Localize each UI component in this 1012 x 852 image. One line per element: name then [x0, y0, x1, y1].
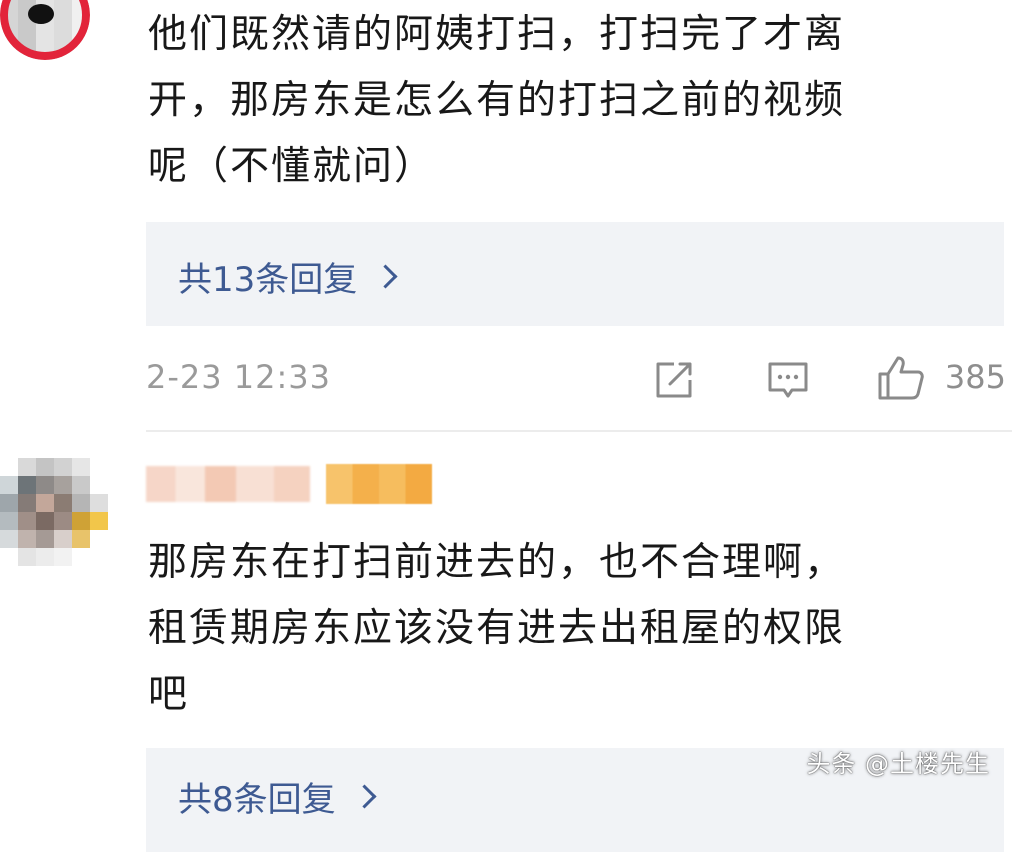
timestamp: 2-23 12:33	[146, 358, 332, 396]
comment-line: 他们既然请的阿姨打扫，打扫完了才离	[148, 12, 846, 57]
comment-body: 他们既然请的阿姨打扫，打扫完了才离 开，那房东是怎么有的打扫之前的视频 呢（不懂…	[148, 2, 988, 200]
divider	[146, 430, 1012, 432]
comment-line: 租赁期房东应该没有进去出租屋的权限	[148, 606, 846, 651]
username[interactable]	[146, 466, 310, 502]
view-replies-link[interactable]: 共8条回复	[178, 772, 377, 821]
thumbs-up-icon[interactable]	[876, 354, 926, 406]
like-count: 385	[944, 358, 1006, 396]
replies-count-label: 共8条回复	[178, 780, 336, 820]
chevron-right-icon	[373, 264, 398, 289]
avatar-image	[28, 4, 54, 24]
replies-count-label: 共13条回复	[178, 260, 358, 300]
comment-body: 那房东在打扫前进去的，也不合理啊， 租赁期房东应该没有进去出租屋的权限 吧	[148, 530, 988, 728]
comment-meta-row: 2-23 12:33 385	[146, 352, 1006, 408]
comment-line: 开，那房东是怎么有的打扫之前的视频	[148, 78, 846, 123]
replies-box[interactable]: 共13条回复	[146, 222, 1004, 326]
share-icon[interactable]	[652, 358, 696, 406]
avatar[interactable]	[0, 458, 108, 566]
comment-line: 呢（不懂就问）	[148, 144, 436, 189]
watermark: 头条 @土楼先生	[806, 750, 990, 778]
chevron-right-icon	[352, 784, 377, 809]
comment-line: 那房东在打扫前进去的，也不合理啊，	[148, 540, 846, 585]
comment-line: 吧	[148, 672, 190, 717]
comment-icon[interactable]	[766, 358, 810, 406]
user-badge	[326, 464, 432, 504]
view-replies-link[interactable]: 共13条回复	[178, 252, 398, 301]
avatar[interactable]	[0, 0, 90, 60]
